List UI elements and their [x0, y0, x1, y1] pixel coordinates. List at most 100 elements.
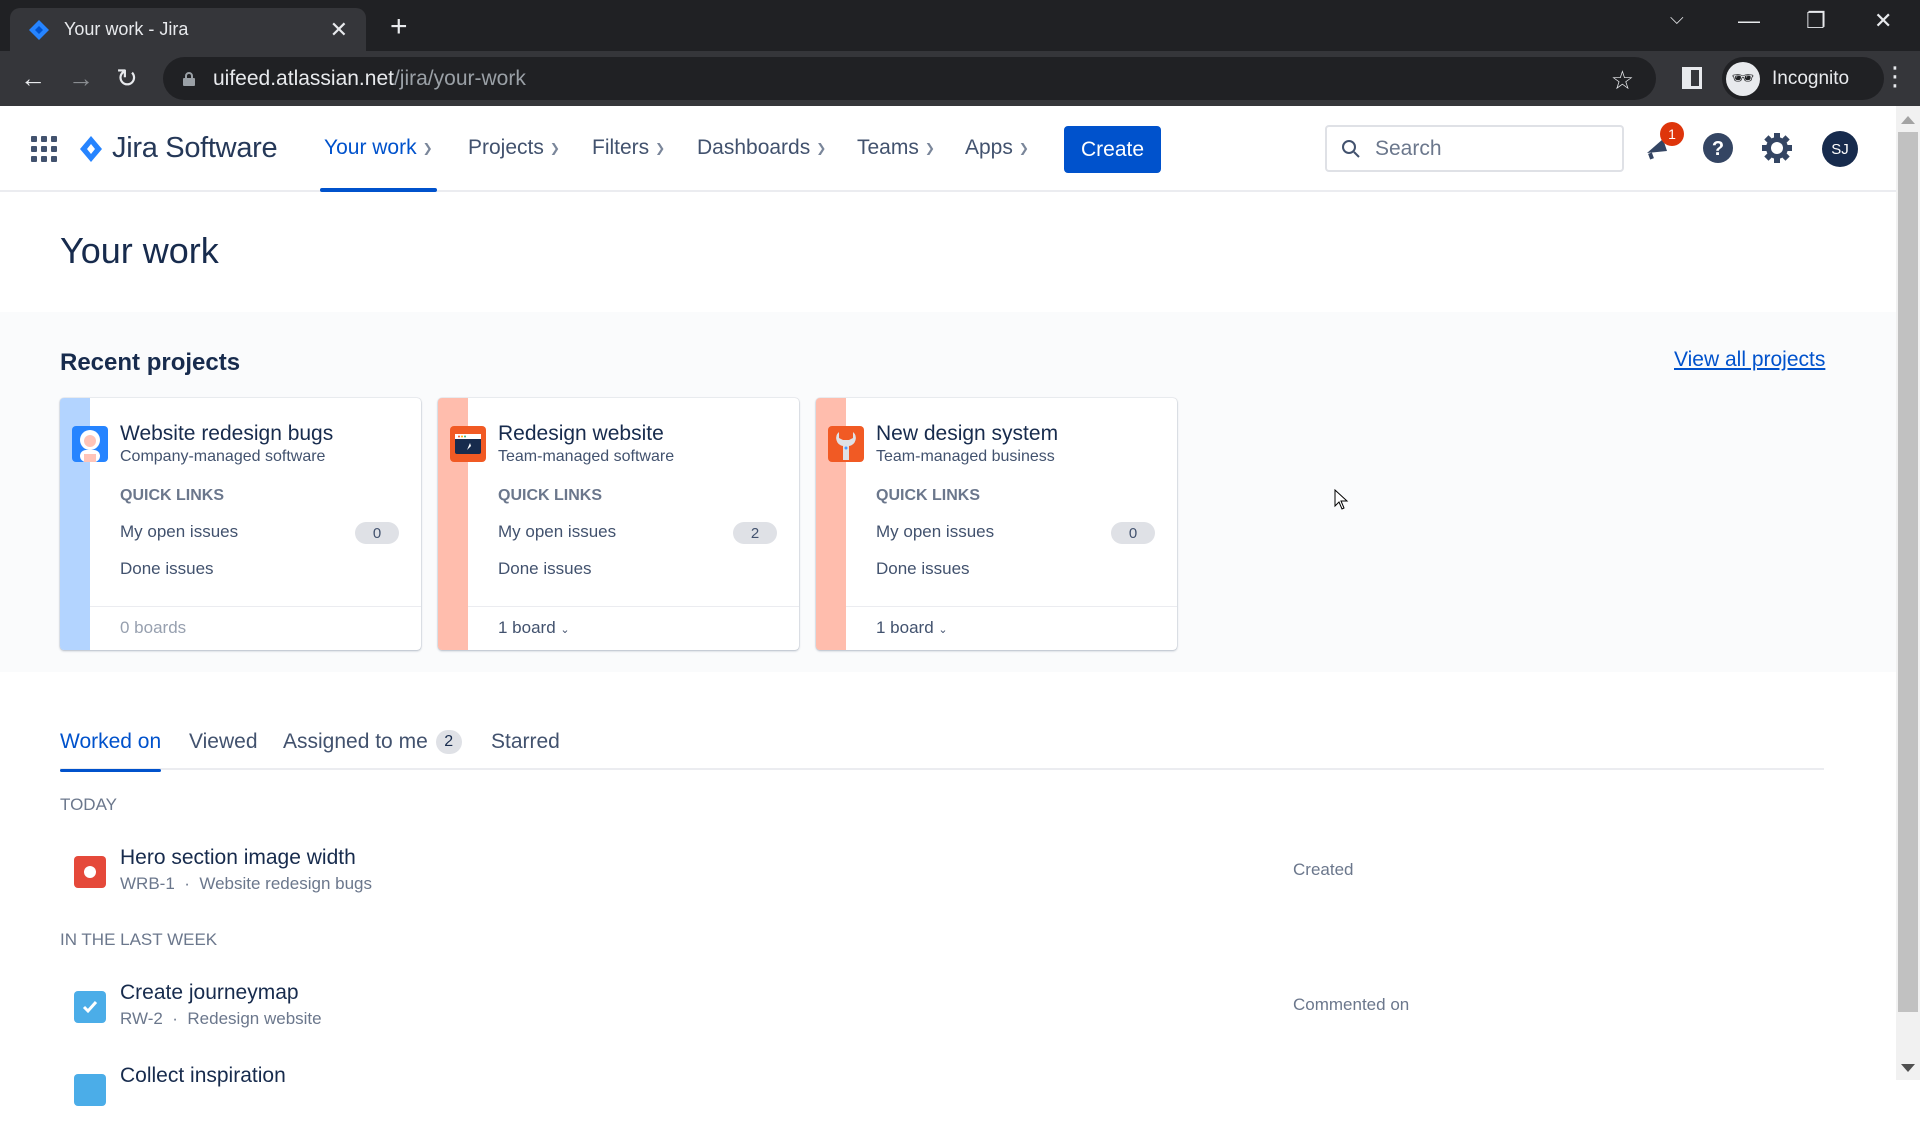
- search-input[interactable]: [1375, 136, 1605, 161]
- incognito-icon: 🕶: [1726, 61, 1760, 96]
- nav-apps[interactable]: Apps ❯: [965, 106, 1029, 190]
- nav-label: Your work: [324, 136, 417, 159]
- chevron-down-icon: ❯: [1018, 141, 1029, 155]
- bookmark-star-icon[interactable]: ☆: [1611, 65, 1634, 96]
- page-title: Your work: [60, 230, 219, 271]
- nav-dashboards[interactable]: Dashboards ❯: [697, 106, 826, 190]
- new-tab-icon[interactable]: +: [390, 10, 408, 44]
- tab-title: Your work - Jira: [64, 19, 189, 39]
- project-card[interactable]: Redesign website Team-managed software Q…: [438, 398, 799, 650]
- project-name[interactable]: Website redesign bugs: [120, 422, 333, 446]
- scroll-thumb[interactable]: [1898, 132, 1918, 1012]
- card-divider: [468, 606, 799, 607]
- issue-key: RW-2: [120, 1009, 163, 1028]
- wrench-icon: [828, 426, 864, 462]
- boards-label: 1 board: [498, 618, 556, 637]
- recent-projects-title: Recent projects: [60, 349, 241, 376]
- browser-toolbar: ← → ↻ uifeed.atlassian.net/jira/your-wor…: [0, 51, 1920, 106]
- close-tab-icon[interactable]: ✕: [330, 17, 348, 43]
- done-issues-link[interactable]: Done issues: [876, 559, 970, 579]
- url-host: uifeed.atlassian.net: [213, 66, 394, 90]
- notifications-button[interactable]: 1: [1638, 122, 1684, 168]
- task-checkbox-icon: [74, 1074, 106, 1106]
- tab-starred[interactable]: Starred: [491, 730, 560, 770]
- address-bar[interactable]: uifeed.atlassian.net/jira/your-work ☆: [163, 57, 1656, 100]
- minimize-icon[interactable]: —: [1738, 8, 1760, 34]
- project-type: Team-managed software: [498, 448, 675, 465]
- issue-project: Redesign website: [187, 1009, 322, 1028]
- boards-dropdown[interactable]: 1 board ⌄: [498, 618, 570, 638]
- open-issues-count: 0: [355, 522, 399, 544]
- project-name[interactable]: Redesign website: [498, 422, 664, 446]
- page-scrollbar[interactable]: [1896, 106, 1920, 1080]
- chevron-down-icon: ⌄: [560, 624, 570, 636]
- search-icon: [1342, 139, 1360, 158]
- help-button[interactable]: ?: [1698, 128, 1738, 168]
- reload-icon[interactable]: ↻: [116, 63, 138, 94]
- back-icon[interactable]: ←: [20, 63, 46, 94]
- browser-tabstrip: Your work - Jira ✕ + ⌵ — ❐ ✕: [0, 0, 1920, 51]
- chevron-down-icon: ❯: [816, 141, 827, 155]
- restore-icon[interactable]: ❐: [1806, 8, 1826, 34]
- nav-your-work[interactable]: Your work ❯: [320, 106, 437, 192]
- open-issues-count: 2: [733, 522, 777, 544]
- issue-row[interactable]: Create journeymap RW-2 · Redesign websit…: [60, 981, 1824, 1041]
- browser-menu-icon[interactable]: ⋮: [1882, 61, 1908, 92]
- incognito-profile-button[interactable]: 🕶 Incognito: [1722, 57, 1884, 100]
- tab-search-chevron-icon[interactable]: ⌵: [1670, 8, 1684, 29]
- tab-assigned-to-me[interactable]: Assigned to me 2: [283, 730, 462, 770]
- project-name[interactable]: New design system: [876, 422, 1058, 446]
- incognito-label: Incognito: [1772, 67, 1850, 89]
- boards-label: 0 boards: [120, 618, 187, 637]
- done-issues-link[interactable]: Done issues: [498, 559, 592, 579]
- quick-links-label: QUICK LINKS: [876, 487, 980, 504]
- mouse-cursor-icon: [1334, 489, 1349, 510]
- scroll-down-arrow-icon[interactable]: [1901, 1064, 1915, 1072]
- open-issues-count: 0: [1111, 522, 1155, 544]
- boards-label: 1 board: [876, 618, 934, 637]
- tab-viewed[interactable]: Viewed: [189, 730, 258, 770]
- browser-tab[interactable]: Your work - Jira ✕: [10, 8, 366, 51]
- jira-logo[interactable]: Jira Software: [78, 132, 278, 165]
- scroll-up-arrow-icon[interactable]: [1901, 116, 1915, 124]
- issue-row[interactable]: Hero section image width WRB-1 · Website…: [60, 846, 1824, 906]
- gear-icon: [1762, 133, 1792, 163]
- chevron-down-icon: ❯: [549, 141, 560, 155]
- assigned-count-badge: 2: [435, 730, 462, 754]
- nav-teams[interactable]: Teams ❯: [857, 106, 935, 190]
- card-divider: [846, 606, 1177, 607]
- my-open-issues-link[interactable]: My open issues: [498, 522, 616, 542]
- close-window-icon[interactable]: ✕: [1874, 8, 1892, 34]
- issue-project: Website redesign bugs: [199, 874, 372, 893]
- task-checkbox-icon: [74, 991, 106, 1023]
- tab-worked-on[interactable]: Worked on: [60, 730, 162, 772]
- nav-label: Filters: [592, 136, 650, 159]
- app-switcher-icon[interactable]: [31, 136, 57, 162]
- done-issues-link[interactable]: Done issues: [120, 559, 214, 579]
- my-open-issues-link[interactable]: My open issues: [120, 522, 238, 542]
- card-divider: [90, 606, 421, 607]
- issue-row[interactable]: Collect inspiration: [60, 1064, 1824, 1124]
- project-card[interactable]: Website redesign bugs Company-managed so…: [60, 398, 421, 650]
- search-box[interactable]: [1325, 125, 1624, 172]
- user-avatar[interactable]: SJ: [1822, 131, 1858, 167]
- my-open-issues-link[interactable]: My open issues: [876, 522, 994, 542]
- boards-dropdown[interactable]: 1 board ⌄: [876, 618, 948, 638]
- create-button[interactable]: Create: [1064, 126, 1161, 173]
- issue-title: Collect inspiration: [120, 1064, 286, 1087]
- chevron-down-icon: ⌄: [938, 624, 948, 636]
- nav-label: Dashboards: [697, 136, 811, 159]
- forward-icon[interactable]: →: [68, 63, 94, 94]
- settings-button[interactable]: [1757, 128, 1797, 168]
- project-type: Company-managed software: [120, 448, 326, 465]
- issue-title: Create journeymap: [120, 981, 299, 1004]
- side-panel-icon[interactable]: [1682, 67, 1702, 89]
- nav-filters[interactable]: Filters ❯: [592, 106, 665, 190]
- view-all-projects-link[interactable]: View all projects: [1674, 348, 1825, 372]
- quick-links-label: QUICK LINKS: [498, 487, 602, 504]
- url-path: /jira/your-work: [393, 66, 526, 90]
- nav-projects[interactable]: Projects ❯: [468, 106, 560, 190]
- nav-label: Projects: [468, 136, 544, 159]
- browser-rocket-icon: [450, 426, 486, 462]
- project-card[interactable]: New design system Team-managed business …: [816, 398, 1177, 650]
